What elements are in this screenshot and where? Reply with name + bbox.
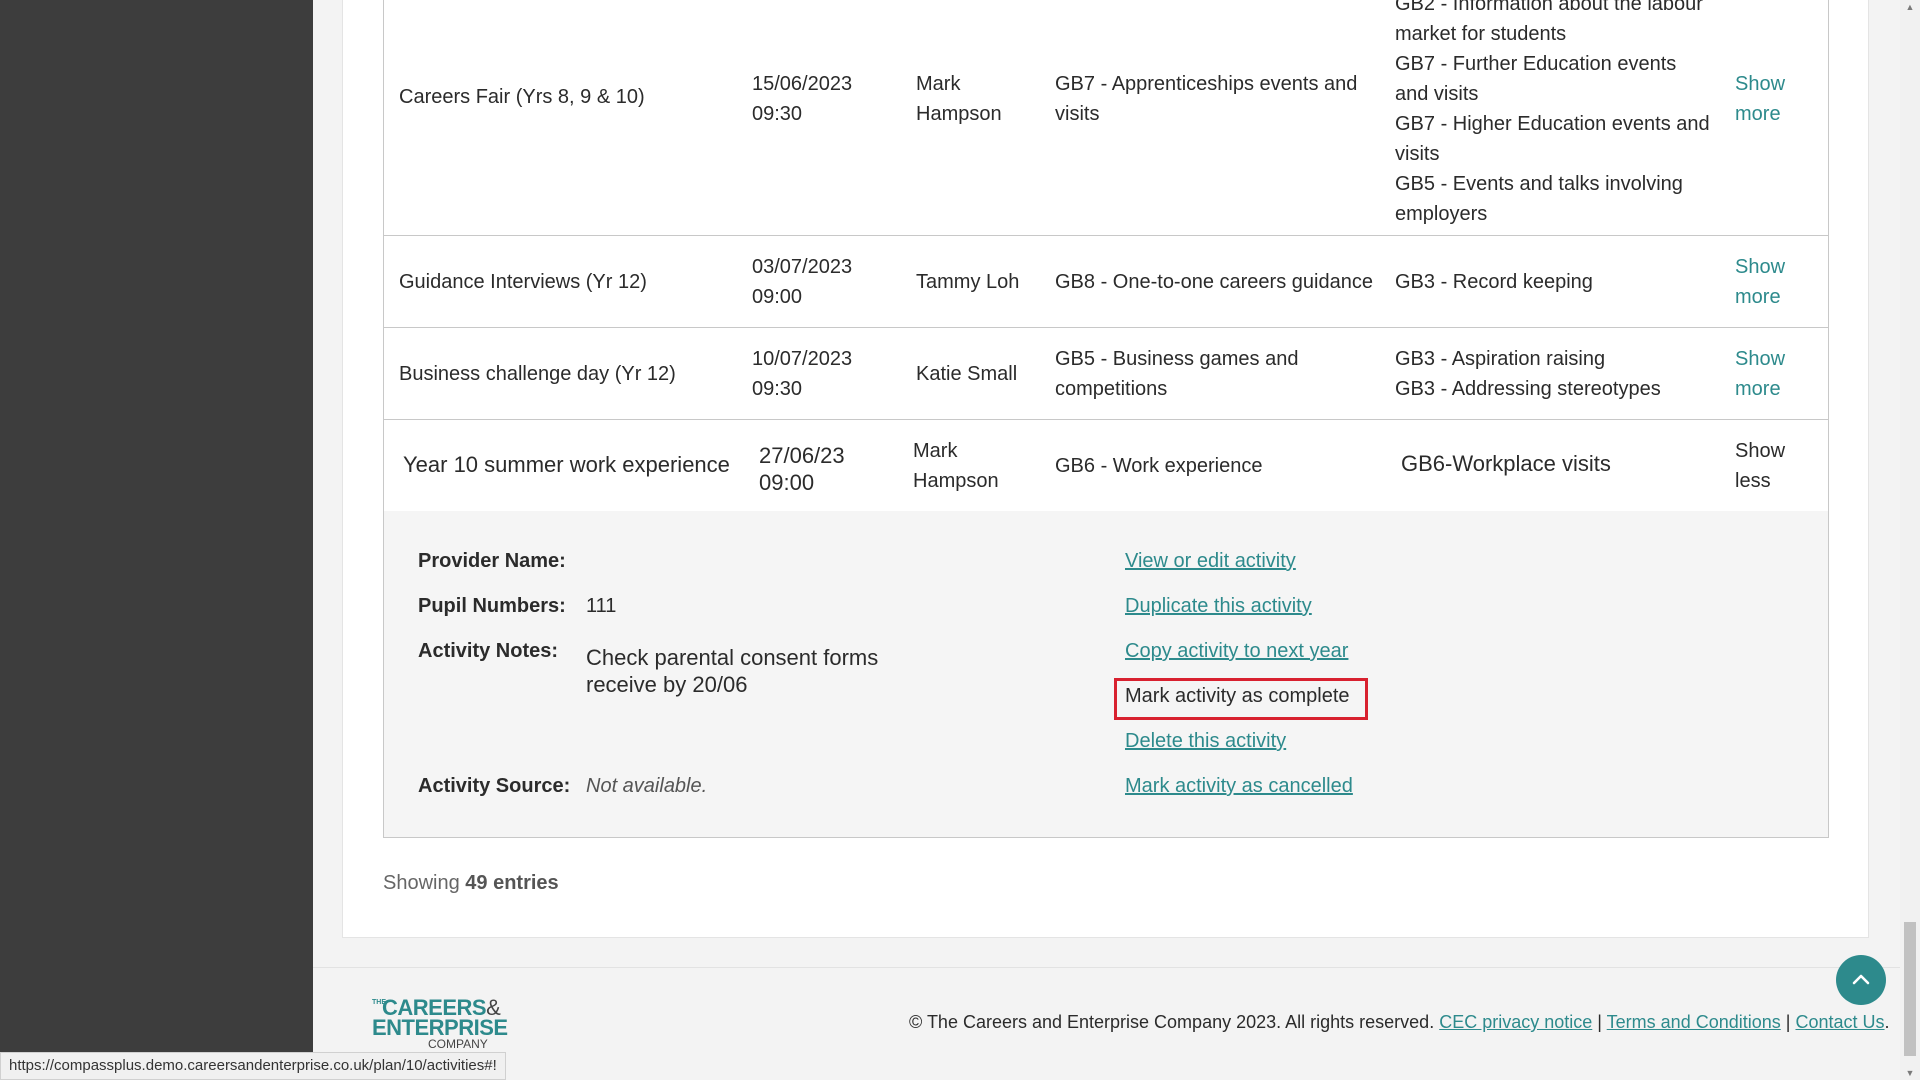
- activity-primary-benchmark: GB5 - Business games and competitions: [1055, 348, 1299, 400]
- activity-detail-panel: Provider Name: Pupil Numbers: 111 Activi…: [383, 511, 1829, 838]
- chevron-up-icon: [1852, 974, 1870, 985]
- provider-name-label: Provider Name:: [418, 550, 566, 572]
- scroll-up-icon[interactable]: ▲: [1900, 0, 1920, 14]
- show-more-link[interactable]: Show more: [1735, 344, 1795, 404]
- scroll-thumb[interactable]: [1904, 922, 1916, 1056]
- benchmark-item: GB3 - Aspiration raising: [1395, 348, 1606, 370]
- table-row: Careers Fair (Yrs 8, 9 & 10) 15/06/2023 …: [383, 0, 1829, 236]
- activity-owner: Katie Small: [916, 363, 1018, 385]
- benchmark-item: GB5 - Events and talks involving employe…: [1395, 173, 1683, 225]
- contact-link[interactable]: Contact Us: [1795, 1012, 1884, 1032]
- entries-count: Showing 49 entries: [383, 872, 559, 894]
- page-scrollbar[interactable]: ▲ ▼: [1900, 0, 1920, 1080]
- table-row: Business challenge day (Yr 12) 10/07/202…: [383, 327, 1829, 420]
- benchmark-item: GB3 - Addressing stereotypes: [1395, 378, 1661, 400]
- delete-activity-link[interactable]: Delete this activity: [1125, 730, 1286, 753]
- back-to-top-button[interactable]: [1836, 955, 1886, 1005]
- activity-secondary-benchmarks: GB3 - Record keeping: [1395, 267, 1715, 297]
- activity-datetime: 10/07/2023 09:30: [752, 348, 853, 400]
- activity-datetime: 03/07/2023 09:00: [752, 256, 853, 308]
- copy-activity-next-year-link[interactable]: Copy activity to next year: [1125, 640, 1348, 663]
- benchmark-item: GB7 - Further Education events and visit…: [1395, 53, 1677, 105]
- status-bar-url: https://compassplus.demo.careersandenter…: [0, 1052, 506, 1080]
- activity-primary-benchmark: GB7 - Apprenticeships events and visits: [1055, 73, 1358, 125]
- privacy-notice-link[interactable]: CEC privacy notice: [1439, 1012, 1592, 1032]
- duplicate-activity-link[interactable]: Duplicate this activity: [1125, 595, 1312, 618]
- pupil-numbers-value: 111: [586, 595, 617, 617]
- benchmark-item: GB6-Workplace visits: [1401, 451, 1611, 476]
- activity-notes-value: Check parental consent forms receive by …: [586, 645, 879, 697]
- activity-primary-benchmark: GB8 - One-to-one careers guidance: [1055, 271, 1373, 293]
- mark-complete-link[interactable]: Mark activity as complete: [1125, 685, 1350, 708]
- scroll-down-icon[interactable]: ▼: [1900, 1066, 1920, 1080]
- activity-datetime: 15/06/2023 09:30: [752, 73, 853, 125]
- activity-secondary-benchmarks: GB3 - Aspiration raising GB3 - Addressin…: [1395, 344, 1715, 404]
- view-edit-activity-link[interactable]: View or edit activity: [1125, 550, 1296, 573]
- activity-source-label: Activity Source:: [418, 775, 571, 797]
- activity-name: Business challenge day (Yr 12): [399, 363, 676, 385]
- table-row: Guidance Interviews (Yr 12) 03/07/2023 0…: [383, 235, 1829, 328]
- activity-secondary-benchmarks: GB2 - Information about the labour marke…: [1395, 0, 1715, 229]
- activity-name: Guidance Interviews (Yr 12): [399, 271, 647, 293]
- activity-secondary-benchmarks: GB6-Workplace visits: [1401, 449, 1721, 479]
- activity-owner: Tammy Loh: [916, 271, 1020, 293]
- activity-source-value: Not available.: [586, 775, 708, 797]
- activity-name: Careers Fair (Yrs 8, 9 & 10): [399, 86, 645, 108]
- mark-cancelled-link[interactable]: Mark activity as cancelled: [1125, 775, 1353, 798]
- table-row-expanded: Year 10 summer work experience 27/06/23 …: [383, 419, 1829, 512]
- terms-link[interactable]: Terms and Conditions: [1607, 1012, 1781, 1032]
- benchmark-item: GB7 - Higher Education events and visits: [1395, 113, 1710, 165]
- show-more-link[interactable]: Show more: [1735, 252, 1795, 312]
- show-more-link[interactable]: Show more: [1735, 69, 1795, 129]
- benchmark-item: GB3 - Record keeping: [1395, 271, 1593, 293]
- activity-datetime: 27/06/23 09:00: [759, 443, 845, 495]
- activity-primary-benchmark: GB6 - Work experience: [1055, 455, 1263, 477]
- activity-owner: Mark Hampson: [916, 73, 1002, 125]
- footer-divider: [313, 967, 1900, 968]
- show-less-link[interactable]: Show less: [1735, 436, 1785, 496]
- pupil-numbers-label: Pupil Numbers:: [418, 595, 566, 617]
- sidebar: [0, 0, 313, 1080]
- footer-copyright: © The Careers and Enterprise Company 202…: [909, 1012, 1890, 1032]
- activity-owner: Mark Hampson: [913, 440, 999, 492]
- activity-notes-label: Activity Notes:: [418, 640, 559, 662]
- activity-name: Year 10 summer work experience: [403, 452, 730, 477]
- benchmark-item: GB2 - Information about the labour marke…: [1395, 0, 1703, 45]
